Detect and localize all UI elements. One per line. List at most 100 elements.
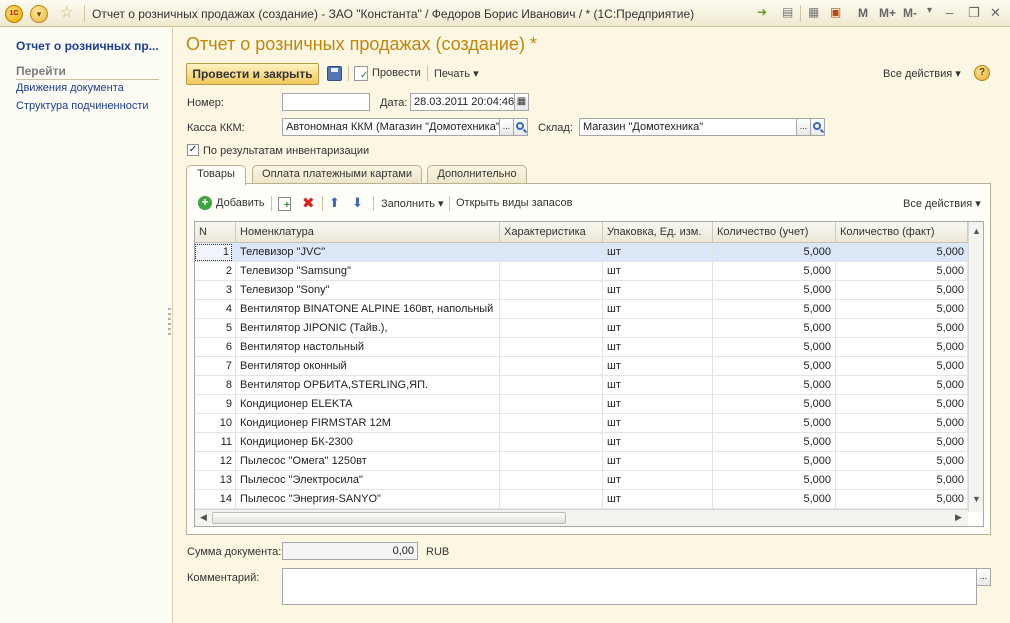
table-cell-q2[interactable]: 5,000 (836, 262, 968, 281)
table-cell-unit[interactable]: шт (603, 395, 713, 414)
table-cell-q2[interactable]: 5,000 (836, 414, 968, 433)
table-cell-name[interactable]: Телевизор "Samsung" (236, 262, 500, 281)
table-cell-n[interactable]: 10 (195, 414, 236, 433)
help-icon[interactable]: ? (974, 65, 990, 81)
post-button[interactable]: Провести (372, 67, 421, 79)
nav-panel-title[interactable]: Отчет о розничных пр... (16, 39, 161, 53)
tab-additional[interactable]: Дополнительно (427, 165, 527, 184)
table-cell-q2[interactable]: 5,000 (836, 281, 968, 300)
table-cell-q2[interactable]: 5,000 (836, 452, 968, 471)
table-cell-n[interactable]: 13 (195, 471, 236, 490)
table-cell-q1[interactable]: 5,000 (713, 433, 836, 452)
table-cell-n[interactable]: 6 (195, 338, 236, 357)
comment-field[interactable] (282, 568, 977, 605)
panel-resize-handle[interactable] (168, 308, 171, 338)
table-cell-unit[interactable]: шт (603, 452, 713, 471)
table-row[interactable]: 3 Телевизор "Sony" шт 5,000 5,000 (195, 281, 968, 300)
inventory-checkbox[interactable]: ✓ (187, 144, 199, 156)
open-stock-types-button[interactable]: Открыть виды запасов (456, 197, 572, 209)
table-cell-unit[interactable]: шт (603, 243, 713, 262)
nav-link-document-movements[interactable]: Движения документа (16, 82, 124, 94)
save-icon[interactable] (327, 66, 342, 81)
table-cell-char[interactable] (500, 395, 603, 414)
table-row[interactable]: 13 Пылесос "Электросила" шт 5,000 5,000 (195, 471, 968, 490)
table-cell-name[interactable]: Пылесос "Электросила" (236, 471, 500, 490)
nav-link-subordination-structure[interactable]: Структура подчиненности (16, 100, 149, 112)
close-button[interactable]: ✕ (990, 5, 1001, 21)
document-icon[interactable]: ▤ (782, 5, 793, 19)
memory-m-button[interactable]: M (858, 6, 868, 20)
table-row[interactable]: 6 Вентилятор настольный шт 5,000 5,000 (195, 338, 968, 357)
table-cell-unit[interactable]: шт (603, 338, 713, 357)
table-cell-n[interactable]: 14 (195, 490, 236, 509)
table-cell-n[interactable]: 3 (195, 281, 236, 300)
table-row[interactable]: 14 Пылесос "Энергия-SANYO" шт 5,000 5,000 (195, 490, 968, 509)
table-cell-char[interactable] (500, 433, 603, 452)
memory-mplus-button[interactable]: M+ (879, 6, 896, 20)
table-cell-char[interactable] (500, 490, 603, 509)
post-and-close-button[interactable]: Провести и закрыть (186, 63, 319, 85)
table-cell-char[interactable] (500, 376, 603, 395)
table-cell-q1[interactable]: 5,000 (713, 414, 836, 433)
minimize-button[interactable]: – (946, 5, 953, 20)
table-cell-name[interactable]: Кондиционер ELEKTA (236, 395, 500, 414)
table-cell-name[interactable]: Вентилятор JIPONIC (Тайв.), (236, 319, 500, 338)
goods-table[interactable]: N Номенклатура Характеристика Упаковка, … (194, 221, 984, 527)
table-cell-n[interactable]: 8 (195, 376, 236, 395)
scroll-down-icon[interactable]: ▼ (972, 494, 981, 504)
column-header-qty-actual[interactable]: Количество (факт) (836, 222, 968, 243)
table-cell-q1[interactable]: 5,000 (713, 471, 836, 490)
move-up-icon[interactable]: ⬆ (329, 195, 340, 211)
warehouse-field[interactable]: Магазин "Домотехника" (579, 118, 797, 136)
print-menu-button[interactable]: Печать ▾ (434, 67, 479, 80)
vertical-scrollbar[interactable]: ▲ ▼ (968, 222, 983, 512)
table-cell-q1[interactable]: 5,000 (713, 376, 836, 395)
table-cell-q1[interactable]: 5,000 (713, 262, 836, 281)
table-row[interactable]: 9 Кондиционер ELEKTA шт 5,000 5,000 (195, 395, 968, 414)
chevron-down-icon[interactable]: ▾ (927, 5, 932, 16)
table-cell-char[interactable] (500, 243, 603, 262)
arrow-right-icon[interactable]: ➜ (757, 5, 767, 19)
table-cell-n[interactable]: 9 (195, 395, 236, 414)
table-cell-unit[interactable]: шт (603, 281, 713, 300)
table-cell-q2[interactable]: 5,000 (836, 433, 968, 452)
table-cell-q1[interactable]: 5,000 (713, 357, 836, 376)
main-menu-icon[interactable]: ▾ (30, 5, 48, 23)
move-down-icon[interactable]: ⬇ (352, 195, 363, 211)
restore-button[interactable]: ❐ (968, 5, 980, 21)
table-cell-unit[interactable]: шт (603, 471, 713, 490)
fill-menu-button[interactable]: Заполнить ▾ (381, 197, 444, 210)
table-cell-unit[interactable]: шт (603, 376, 713, 395)
table-cell-n[interactable]: 7 (195, 357, 236, 376)
table-cell-unit[interactable]: шт (603, 262, 713, 281)
post-document-icon[interactable] (354, 66, 368, 81)
table-cell-q2[interactable]: 5,000 (836, 357, 968, 376)
table-cell-q2[interactable]: 5,000 (836, 376, 968, 395)
inventory-checkbox-label[interactable]: По результатам инвентаризации (203, 145, 369, 157)
table-cell-char[interactable] (500, 319, 603, 338)
table-cell-n[interactable]: 4 (195, 300, 236, 319)
warehouse-select-button[interactable]: ... (796, 118, 811, 136)
table-cell-char[interactable] (500, 452, 603, 471)
column-header-characteristic[interactable]: Характеристика (500, 222, 603, 243)
table-row[interactable]: 11 Кондиционер БК-2300 шт 5,000 5,000 (195, 433, 968, 452)
scrollbar-thumb[interactable] (212, 512, 566, 524)
table-cell-q2[interactable]: 5,000 (836, 319, 968, 338)
table-cell-q1[interactable]: 5,000 (713, 281, 836, 300)
calendar-picker-icon[interactable]: ▦ (514, 93, 529, 111)
table-cell-char[interactable] (500, 414, 603, 433)
table-cell-char[interactable] (500, 357, 603, 376)
table-row[interactable]: 1 Телевизор "JVC" шт 5,000 5,000 (195, 243, 968, 262)
table-cell-char[interactable] (500, 338, 603, 357)
column-header-n[interactable]: N (195, 222, 236, 243)
table-cell-name[interactable]: Вентилятор ОРБИТА,STERLING,ЯП. (236, 376, 500, 395)
table-cell-q1[interactable]: 5,000 (713, 319, 836, 338)
favorite-star-icon[interactable]: ☆ (60, 3, 73, 21)
warehouse-open-button[interactable] (810, 118, 825, 136)
cash-register-open-button[interactable] (513, 118, 528, 136)
table-cell-q2[interactable]: 5,000 (836, 395, 968, 414)
date-field[interactable]: 28.03.2011 20:04:46 (410, 93, 515, 111)
table-row[interactable]: 7 Вентилятор оконный шт 5,000 5,000 (195, 357, 968, 376)
table-row[interactable]: 2 Телевизор "Samsung" шт 5,000 5,000 (195, 262, 968, 281)
all-actions-button[interactable]: Все действия ▾ (883, 67, 961, 80)
